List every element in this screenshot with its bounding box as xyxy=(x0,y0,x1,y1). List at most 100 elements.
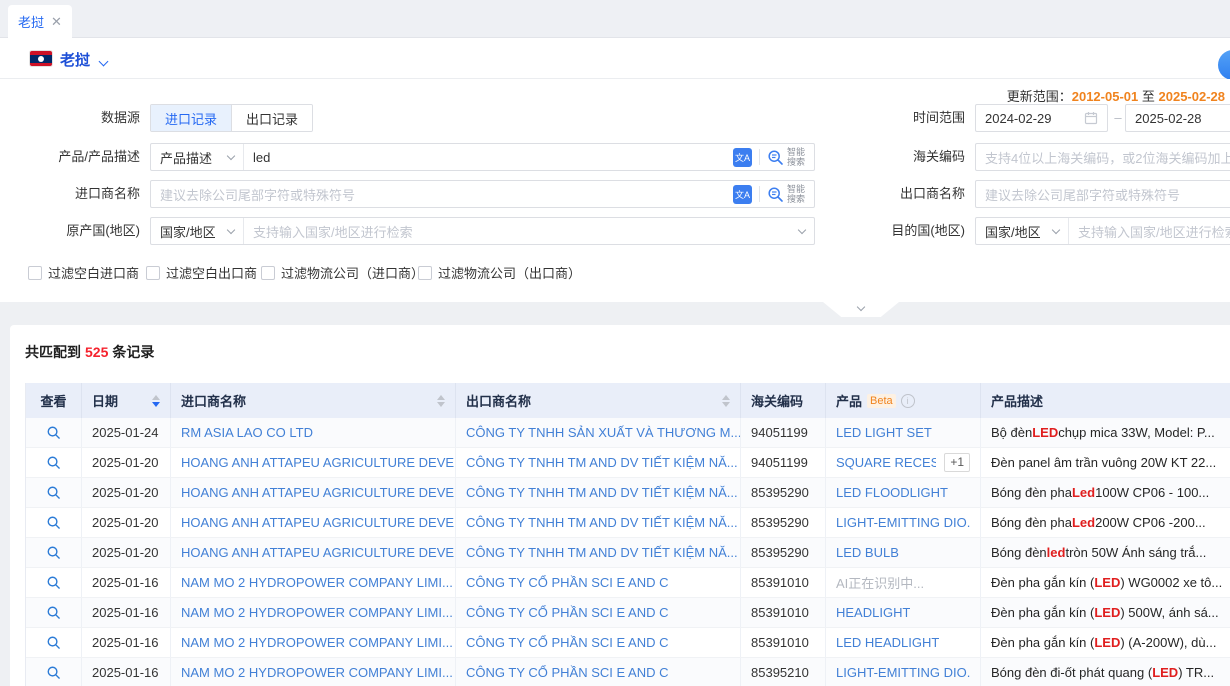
translate-icon[interactable]: 文A xyxy=(733,185,752,204)
header-exporter[interactable]: 出口商名称 xyxy=(456,383,741,418)
product-link[interactable]: SQUARE RECESS... xyxy=(836,455,936,470)
exporter-link[interactable]: CÔNG TY CỔ PHẦN SCI E AND C xyxy=(456,598,741,627)
smart-search-button[interactable]: 智能搜索 xyxy=(767,184,805,204)
export-records-tab[interactable]: 出口记录 xyxy=(231,105,312,131)
header-date[interactable]: 日期 xyxy=(82,383,171,418)
hs-code-input[interactable]: 支持4位以上海关编码，或2位海关编码加上产品 xyxy=(975,143,1230,171)
page-header: 老挝 xyxy=(0,38,1230,79)
results-count: 525 xyxy=(85,344,108,360)
importer-link[interactable]: NAM MO 2 HYDROPOWER COMPANY LIMI... xyxy=(171,658,456,686)
table-row: 2025-01-16 NAM MO 2 HYDROPOWER COMPANY L… xyxy=(26,658,1230,686)
date-cell: 2025-01-16 xyxy=(82,568,171,597)
results-table: 查看 日期 进口商名称 出口商名称 海关编码 产品Betai 产品描述 2025… xyxy=(25,383,1230,686)
origin-type-select[interactable]: 国家/地区 xyxy=(151,218,244,244)
table-row: 2025-01-20 HOANG ANH ATTAPEU AGRICULTURE… xyxy=(26,448,1230,478)
date-end-input[interactable]: 2025-02-28 xyxy=(1125,104,1230,132)
importer-link[interactable]: NAM MO 2 HYDROPOWER COMPANY LIMI... xyxy=(171,598,456,627)
exporter-link[interactable]: CÔNG TY TNHH TM AND DV TIẾT KIỆM NĂ... xyxy=(456,538,741,567)
exporter-link[interactable]: CÔNG TY CỔ PHẦN SCI E AND C xyxy=(456,658,741,686)
view-button[interactable] xyxy=(26,418,82,447)
chevron-down-icon[interactable] xyxy=(100,53,107,68)
exporter-name-input[interactable]: 建议去除公司尾部字符或特殊符号 xyxy=(975,180,1230,208)
product-link[interactable]: LED FLOODLIGHT xyxy=(836,485,948,500)
product-link[interactable]: LED LIGHT SET xyxy=(836,425,932,440)
origin-country-input[interactable]: 支持输入国家/地区进行检索 xyxy=(244,218,814,244)
view-button[interactable] xyxy=(26,598,82,627)
product-desc-cell: Bộ đèn LED chụp mica 33W, Model: P... xyxy=(981,418,1230,447)
view-button[interactable] xyxy=(26,658,82,686)
filter-logistics-importer-checkbox[interactable]: 过滤物流公司（进口商） xyxy=(261,263,424,282)
exporter-link[interactable]: CÔNG TY TNHH TM AND DV TIẾT KIỆM NĂ... xyxy=(456,508,741,537)
importer-link[interactable]: NAM MO 2 HYDROPOWER COMPANY LIMI... xyxy=(171,628,456,657)
view-button[interactable] xyxy=(26,448,82,477)
date-cell: 2025-01-16 xyxy=(82,628,171,657)
collapse-filters-button[interactable] xyxy=(823,302,899,317)
view-button[interactable] xyxy=(26,568,82,597)
hs-code-cell: 85395290 xyxy=(741,508,826,537)
filter-logistics-exporter-checkbox[interactable]: 过滤物流公司（出口商） xyxy=(418,263,581,282)
beta-badge: Beta xyxy=(867,394,896,408)
product-search-combo: 产品描述 led 文A 智能搜索 xyxy=(150,143,815,171)
floating-help-icon[interactable] xyxy=(1218,50,1230,80)
exporter-link[interactable]: CÔNG TY TNHH TM AND DV TIẾT KIỆM NĂ... xyxy=(456,448,741,477)
product-link[interactable]: HEADLIGHT xyxy=(836,605,910,620)
time-range-label: 时间范围 xyxy=(835,104,965,132)
header-hs: 海关编码 xyxy=(741,383,826,418)
product-link[interactable]: LED HEADLIGHT xyxy=(836,635,939,650)
filter-blank-importer-checkbox[interactable]: 过滤空白进口商 xyxy=(28,263,139,282)
date-start-input[interactable]: 2024-02-29 xyxy=(975,104,1108,132)
country-tab-laos[interactable]: 老挝 ✕ xyxy=(8,5,72,38)
date-cell: 2025-01-20 xyxy=(82,478,171,507)
importer-link[interactable]: HOANG ANH ATTAPEU AGRICULTURE DEVE... xyxy=(171,508,456,537)
update-range-start: 2012-05-01 xyxy=(1072,89,1139,104)
dest-type-select[interactable]: 国家/地区 xyxy=(976,218,1069,244)
ai-recognizing-label: AI正在识别中... xyxy=(836,573,924,592)
importer-link[interactable]: HOANG ANH ATTAPEU AGRICULTURE DEVE... xyxy=(171,478,456,507)
exporter-link[interactable]: CÔNG TY TNHH TM AND DV TIẾT KIỆM NĂ... xyxy=(456,478,741,507)
table-row: 2025-01-16 NAM MO 2 HYDROPOWER COMPANY L… xyxy=(26,568,1230,598)
filter-panel: 更新范围：2012-05-01 至 2025-02-28 数据源 进口记录 出口… xyxy=(0,79,1230,302)
hs-code-cell: 85391010 xyxy=(741,598,826,627)
search-icon xyxy=(46,575,61,590)
search-icon xyxy=(46,425,61,440)
hs-code-cell: 85395290 xyxy=(741,538,826,567)
view-button[interactable] xyxy=(26,508,82,537)
search-icon xyxy=(46,665,61,680)
translate-icon[interactable]: 文A xyxy=(733,148,752,167)
exporter-link[interactable]: CÔNG TY CỔ PHẦN SCI E AND C xyxy=(456,568,741,597)
importer-link[interactable]: HOANG ANH ATTAPEU AGRICULTURE DEVE... xyxy=(171,448,456,477)
product-link[interactable]: LIGHT-EMITTING DIO... xyxy=(836,515,970,530)
exporter-link[interactable]: CÔNG TY TNHH SẢN XUẤT VÀ THƯƠNG M... xyxy=(456,418,741,447)
product-type-select[interactable]: 产品描述 xyxy=(151,144,244,170)
import-records-tab[interactable]: 进口记录 xyxy=(151,105,231,131)
close-icon[interactable]: ✕ xyxy=(51,15,62,28)
view-button[interactable] xyxy=(26,538,82,567)
importer-link[interactable]: NAM MO 2 HYDROPOWER COMPANY LIMI... xyxy=(171,568,456,597)
hs-code-cell: 94051199 xyxy=(741,448,826,477)
view-button[interactable] xyxy=(26,628,82,657)
header-desc: 产品描述 xyxy=(981,383,1230,418)
exporter-link[interactable]: CÔNG TY CỔ PHẦN SCI E AND C xyxy=(456,628,741,657)
more-products-badge[interactable]: +1 xyxy=(944,453,970,472)
date-range-separator: – xyxy=(1111,104,1125,132)
dest-country-input[interactable]: 支持输入国家/地区进行检索 xyxy=(1069,218,1230,244)
info-icon[interactable]: i xyxy=(901,394,915,408)
product-link[interactable]: LED BULB xyxy=(836,545,899,560)
product-desc-cell: Đèn pha gắn kín (LED) 500W, ánh sá... xyxy=(981,598,1230,627)
importer-link[interactable]: RM ASIA LAO CO LTD xyxy=(171,418,456,447)
header-product: 产品Betai xyxy=(826,383,981,418)
smart-search-button[interactable]: 智能搜索 xyxy=(767,147,805,167)
importer-link[interactable]: HOANG ANH ATTAPEU AGRICULTURE DEVE... xyxy=(171,538,456,567)
product-link[interactable]: LIGHT-EMITTING DIO... xyxy=(836,665,970,680)
importer-name-input[interactable]: 建议去除公司尾部字符或特殊符号 文A 智能搜索 xyxy=(150,180,815,208)
table-row: 2025-01-24 RM ASIA LAO CO LTD CÔNG TY TN… xyxy=(26,418,1230,448)
filter-blank-exporter-checkbox[interactable]: 过滤空白出口商 xyxy=(146,263,257,282)
exporter-label: 出口商名称 xyxy=(835,180,965,208)
country-selector[interactable]: 老挝 xyxy=(60,49,90,70)
dest-country-combo: 国家/地区 支持输入国家/地区进行检索 xyxy=(975,217,1230,245)
trade-data-app: 老挝 ✕ 老挝 更新范围：2012-05-01 至 2025-02-28 数据源… xyxy=(0,0,1230,686)
table-header-row: 查看 日期 进口商名称 出口商名称 海关编码 产品Betai 产品描述 xyxy=(26,383,1230,418)
view-button[interactable] xyxy=(26,478,82,507)
product-search-input[interactable]: led 文A 智能搜索 xyxy=(244,144,814,170)
header-importer[interactable]: 进口商名称 xyxy=(171,383,456,418)
